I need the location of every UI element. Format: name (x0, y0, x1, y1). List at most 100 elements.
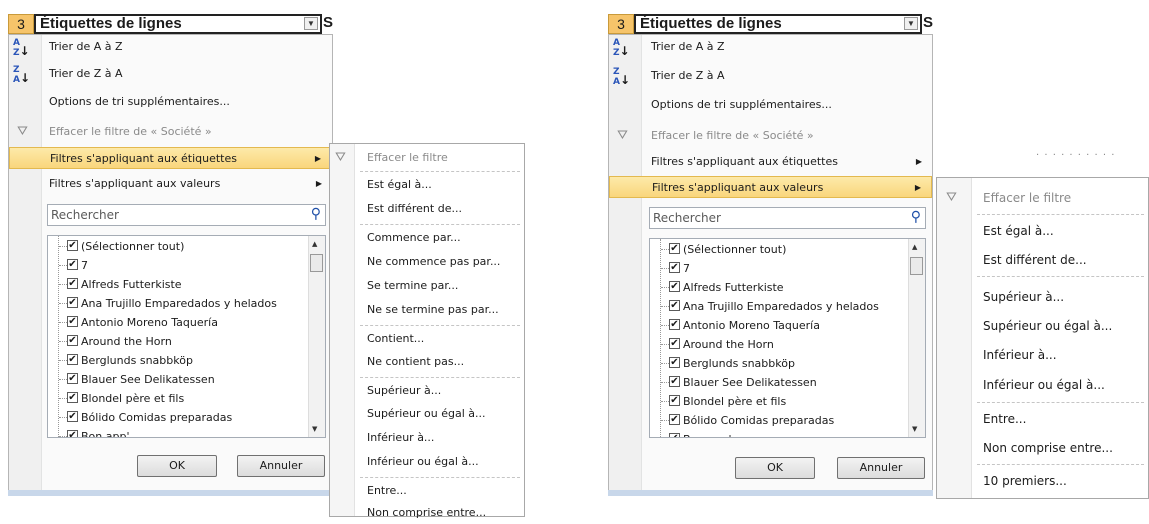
tree-branch (661, 249, 669, 250)
label-filters-submenu: ⛛ Effacer le filtre Est égal à... Est di… (329, 143, 525, 519)
checkbox[interactable]: ✔ (67, 354, 78, 365)
list-scrollbar[interactable]: ▲ ▼ (908, 239, 925, 437)
greater-than-subitem[interactable]: Supérieur à... (330, 380, 524, 402)
sort-desc-item[interactable]: Z A↓ Trier de Z à A (609, 65, 932, 87)
not-ends-with-subitem[interactable]: Ne se termine pas par... (330, 299, 524, 321)
magnifier-icon[interactable]: ⚲ (311, 206, 321, 222)
row-number: 3 (608, 14, 634, 34)
checkbox[interactable]: ✔ (669, 281, 680, 292)
ok-button[interactable]: OK (137, 455, 217, 477)
greater-equal-subitem[interactable]: Supérieur ou égal à... (330, 403, 524, 425)
clear-filter-item[interactable]: ⛛ Effacer le filtre de « Société » (609, 125, 932, 147)
menu-resize-strip[interactable] (608, 490, 933, 496)
checkbox[interactable]: ✔ (669, 262, 680, 273)
scroll-down-icon[interactable]: ▼ (312, 425, 317, 433)
subitem-label: Supérieur ou égal à... (367, 407, 486, 420)
checkbox[interactable]: ✔ (67, 297, 78, 308)
checkbox[interactable]: ✔ (67, 392, 78, 403)
filter-value-list[interactable]: ✔ (Sélectionner tout) ✔ 7 ✔ Alfreds Futterk… (47, 235, 326, 438)
filter-value-list[interactable]: ✔ (Sélectionner tout) ✔ 7 ✔ Alfreds Futterk… (649, 238, 926, 438)
equals-subitem[interactable]: Est égal à... (937, 218, 1148, 244)
less-than-subitem[interactable]: Inférieur à... (330, 427, 524, 449)
label-filters-item[interactable]: Filtres s'appliquant aux étiquettes ▶ (9, 147, 332, 169)
not-begins-with-subitem[interactable]: Ne commence pas par... (330, 251, 524, 273)
checkbox[interactable]: ✔ (67, 259, 78, 270)
sort-asc-label: Trier de A à Z (49, 40, 123, 53)
checkbox[interactable]: ✔ (67, 411, 78, 422)
not-between-subitem[interactable]: Non comprise entre... (330, 502, 524, 524)
list-item-label: Bólido Comidas preparadas (81, 411, 233, 424)
checkbox[interactable]: ✔ (669, 319, 680, 330)
checkbox[interactable]: ✔ (67, 373, 78, 384)
equals-subitem[interactable]: Est égal à... (330, 174, 524, 196)
ends-with-subitem[interactable]: Se termine par... (330, 275, 524, 297)
checkbox[interactable]: ✔ (669, 243, 680, 254)
list-item-label: Bólido Comidas preparadas (683, 414, 835, 427)
checkbox[interactable]: ✔ (67, 316, 78, 327)
checkbox[interactable]: ✔ (669, 357, 680, 368)
scroll-down-icon[interactable]: ▼ (912, 425, 917, 433)
checkbox[interactable]: ✔ (669, 300, 680, 311)
contains-subitem[interactable]: Contient... (330, 328, 524, 350)
not-equals-subitem[interactable]: Est différent de... (330, 198, 524, 220)
dropdown-arrow-icon[interactable]: ▼ (903, 17, 918, 30)
scroll-up-icon[interactable]: ▲ (912, 243, 917, 251)
clear-filter-subitem[interactable]: ⛛ Effacer le filtre (330, 148, 524, 168)
pivot-header: 3 Étiquettes de lignes ▼ S (8, 14, 333, 34)
clear-filter-label: Effacer le filtre de « Société » (49, 125, 212, 138)
pivot-header: 3 Étiquettes de lignes ▼ S (608, 14, 933, 34)
between-subitem[interactable]: Entre... (937, 406, 1148, 432)
subitem-label: Commence par... (367, 231, 461, 244)
subitem-label: Supérieur ou égal à... (983, 319, 1113, 333)
subitem-label: Est égal à... (983, 224, 1054, 238)
menu-resize-strip[interactable] (8, 490, 333, 496)
more-sort-options-item[interactable]: Options de tri supplémentaires... (9, 91, 332, 113)
begins-with-subitem[interactable]: Commence par... (330, 227, 524, 249)
less-than-subitem[interactable]: Inférieur à... (937, 342, 1148, 368)
subitem-label: Inférieur ou égal à... (367, 455, 479, 468)
tree-branch (59, 436, 67, 437)
checkbox[interactable]: ✔ (67, 430, 78, 437)
checkbox[interactable]: ✔ (669, 338, 680, 349)
checkbox[interactable]: ✔ (67, 278, 78, 289)
value-filters-item[interactable]: Filtres s'appliquant aux valeurs ▶ (9, 173, 332, 195)
less-equal-subitem[interactable]: Inférieur ou égal à... (937, 372, 1148, 398)
cancel-button[interactable]: Annuler (837, 457, 925, 479)
top-10-subitem[interactable]: 10 premiers... (937, 468, 1148, 494)
greater-than-subitem[interactable]: Supérieur à... (937, 284, 1148, 310)
magnifier-icon[interactable]: ⚲ (911, 209, 921, 225)
scroll-thumb[interactable] (910, 257, 923, 275)
row-labels-field[interactable]: Étiquettes de lignes ▼ (34, 14, 322, 34)
more-sort-options-item[interactable]: Options de tri supplémentaires... (609, 94, 932, 116)
cancel-button[interactable]: Annuler (237, 455, 325, 477)
sort-desc-item[interactable]: Z A↓ Trier de Z à A (9, 63, 332, 85)
scroll-up-icon[interactable]: ▲ (312, 240, 317, 248)
dropdown-arrow-icon[interactable]: ▼ (303, 17, 318, 30)
scroll-thumb[interactable] (310, 254, 323, 272)
row-labels-field[interactable]: Étiquettes de lignes ▼ (634, 14, 922, 34)
clear-filter-subitem[interactable]: ⛛ Effacer le filtre (937, 186, 1148, 210)
greater-equal-subitem[interactable]: Supérieur ou égal à... (937, 313, 1148, 339)
between-subitem[interactable]: Entre... (330, 480, 524, 502)
checkbox[interactable]: ✔ (67, 335, 78, 346)
label-filters-item[interactable]: Filtres s'appliquant aux étiquettes ▶ (609, 151, 932, 173)
list-scrollbar[interactable]: ▲ ▼ (308, 236, 325, 437)
triangle-right-icon: ▶ (315, 179, 322, 188)
sort-asc-item[interactable]: A Z↓ Trier de A à Z (609, 36, 932, 58)
value-filters-item[interactable]: Filtres s'appliquant aux valeurs ▶ (609, 176, 932, 198)
ok-button[interactable]: OK (735, 457, 815, 479)
less-equal-subitem[interactable]: Inférieur ou égal à... (330, 451, 524, 473)
checkbox[interactable]: ✔ (669, 376, 680, 387)
clear-filter-item[interactable]: ⛛ Effacer le filtre de « Société » (9, 121, 332, 143)
checkbox[interactable]: ✔ (669, 414, 680, 425)
search-input[interactable]: Rechercher ⚲ (47, 204, 326, 226)
not-equals-subitem[interactable]: Est différent de... (937, 247, 1148, 273)
search-input[interactable]: Rechercher ⚲ (649, 207, 926, 229)
sort-asc-item[interactable]: A Z↓ Trier de A à Z (9, 36, 332, 58)
checkbox[interactable]: ✔ (67, 240, 78, 251)
not-between-subitem[interactable]: Non comprise entre... (937, 435, 1148, 461)
more-sort-label: Options de tri supplémentaires... (49, 95, 230, 108)
checkbox[interactable]: ✔ (669, 433, 680, 437)
checkbox[interactable]: ✔ (669, 395, 680, 406)
not-contains-subitem[interactable]: Ne contient pas... (330, 351, 524, 373)
